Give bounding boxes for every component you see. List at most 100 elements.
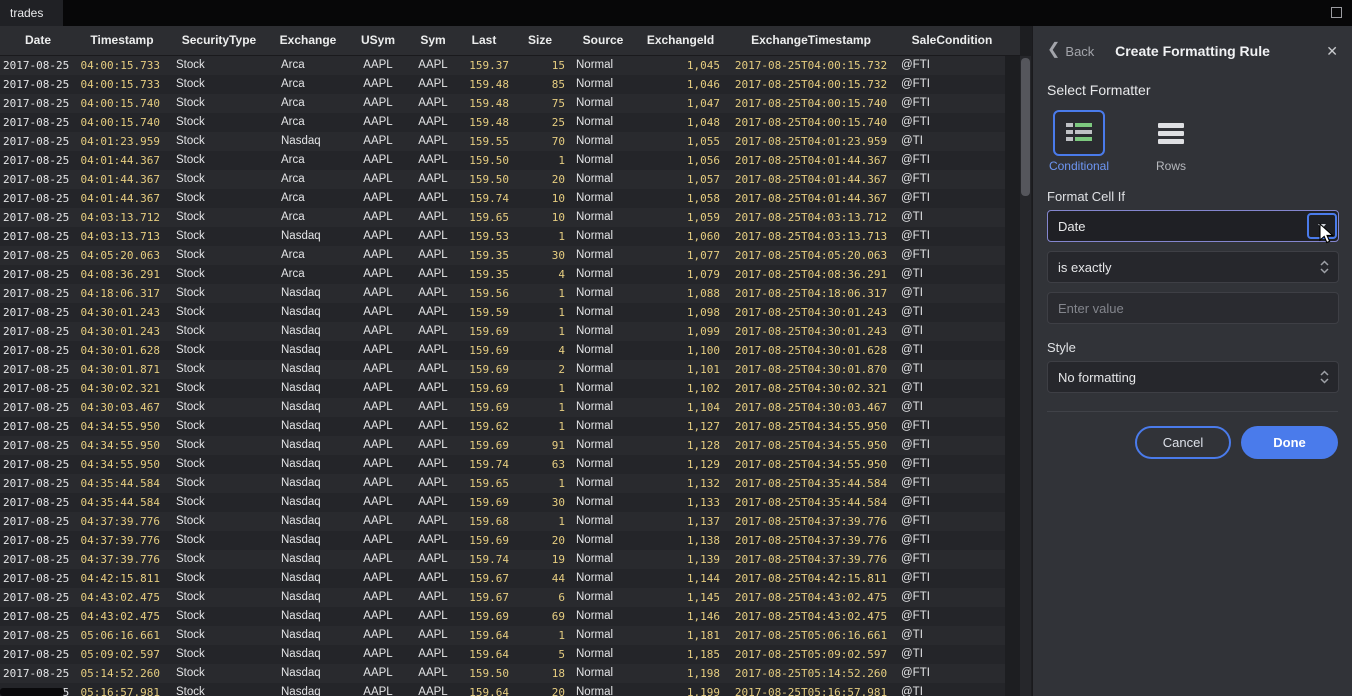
table-cell[interactable]: Arca [270, 94, 346, 113]
table-cell[interactable]: 04:37:39.776 [76, 531, 168, 550]
table-cell[interactable]: Normal [568, 208, 638, 227]
table-cell[interactable]: 63 [512, 455, 568, 474]
table-cell[interactable]: 2017-08-25T04:34:55.950 [723, 417, 899, 436]
table-cell[interactable]: Stock [168, 683, 270, 696]
table-cell[interactable]: 2017-08-25 [0, 436, 76, 455]
table-cell[interactable]: 05:14:52.260 [76, 664, 168, 683]
table-cell[interactable]: Nasdaq [270, 493, 346, 512]
table-cell[interactable]: @TI [899, 645, 1005, 664]
table-cell[interactable]: 2017-08-25T04:00:15.732 [723, 56, 899, 75]
table-row[interactable]: 2017-08-2504:37:39.776StockNasdaqAAPLAAP… [0, 531, 1005, 550]
table-cell[interactable]: Stock [168, 436, 270, 455]
table-cell[interactable]: Nasdaq [270, 569, 346, 588]
table-cell[interactable]: @FTI [899, 550, 1005, 569]
table-cell[interactable]: AAPL [410, 683, 456, 696]
table-cell[interactable]: 2017-08-25T04:37:39.776 [723, 531, 899, 550]
table-cell[interactable]: AAPL [346, 265, 410, 284]
table-cell[interactable]: 04:03:13.713 [76, 227, 168, 246]
table-cell[interactable]: AAPL [410, 531, 456, 550]
table-cell[interactable]: AAPL [346, 56, 410, 75]
table-cell[interactable]: Arca [270, 170, 346, 189]
table-cell[interactable]: 25 [512, 113, 568, 132]
table-cell[interactable]: 2017-08-25T05:16:57.981 [723, 683, 899, 696]
table-cell[interactable]: 1,056 [638, 151, 723, 170]
table-cell[interactable]: 05:09:02.597 [76, 645, 168, 664]
table-cell[interactable]: AAPL [410, 493, 456, 512]
table-cell[interactable]: 04:34:55.950 [76, 455, 168, 474]
table-cell[interactable]: 2017-08-25T04:43:02.475 [723, 588, 899, 607]
table-cell[interactable]: Nasdaq [270, 645, 346, 664]
table-cell[interactable]: Nasdaq [270, 512, 346, 531]
table-cell[interactable]: 1 [512, 474, 568, 493]
table-cell[interactable]: 1,077 [638, 246, 723, 265]
table-cell[interactable]: Nasdaq [270, 683, 346, 696]
table-cell[interactable]: Nasdaq [270, 588, 346, 607]
table-cell[interactable]: AAPL [346, 436, 410, 455]
table-cell[interactable]: 2017-08-25T04:01:23.959 [723, 132, 899, 151]
table-cell[interactable]: 2017-08-25 [0, 493, 76, 512]
table-row[interactable]: 2017-08-2504:37:39.776StockNasdaqAAPLAAP… [0, 550, 1005, 569]
table-cell[interactable]: 1,079 [638, 265, 723, 284]
table-cell[interactable]: 04:00:15.740 [76, 94, 168, 113]
table-cell[interactable]: Normal [568, 512, 638, 531]
table-cell[interactable]: Nasdaq [270, 607, 346, 626]
table-cell[interactable]: 159.68 [456, 512, 512, 531]
table-cell[interactable]: Normal [568, 398, 638, 417]
table-cell[interactable]: AAPL [346, 493, 410, 512]
table-cell[interactable]: AAPL [346, 189, 410, 208]
table-cell[interactable]: 04:30:01.628 [76, 341, 168, 360]
table-cell[interactable]: AAPL [410, 189, 456, 208]
table-cell[interactable]: Arca [270, 113, 346, 132]
table-cell[interactable]: AAPL [346, 132, 410, 151]
table-cell[interactable]: Stock [168, 512, 270, 531]
table-cell[interactable]: 2017-08-25T04:30:02.321 [723, 379, 899, 398]
table-cell[interactable]: 2017-08-25 [0, 151, 76, 170]
table-cell[interactable]: 159.48 [456, 75, 512, 94]
table-cell[interactable]: AAPL [410, 379, 456, 398]
formatter-option-rows[interactable]: Rows [1133, 110, 1209, 173]
maximize-icon[interactable] [1331, 7, 1342, 18]
column-header-last[interactable]: Last [456, 26, 512, 55]
table-cell[interactable]: 4 [512, 265, 568, 284]
table-cell[interactable]: Normal [568, 664, 638, 683]
table-row[interactable]: 2017-08-2504:30:01.871StockNasdaqAAPLAAP… [0, 360, 1005, 379]
table-cell[interactable]: AAPL [410, 474, 456, 493]
table-cell[interactable]: 1,132 [638, 474, 723, 493]
table-cell[interactable]: 1,048 [638, 113, 723, 132]
table-cell[interactable]: 159.69 [456, 322, 512, 341]
table-cell[interactable]: @TI [899, 683, 1005, 696]
table-cell[interactable]: 1 [512, 398, 568, 417]
table-cell[interactable]: 159.48 [456, 113, 512, 132]
table-cell[interactable]: AAPL [346, 417, 410, 436]
table-cell[interactable]: 1,139 [638, 550, 723, 569]
table-cell[interactable]: Normal [568, 569, 638, 588]
table-cell[interactable]: 159.35 [456, 246, 512, 265]
table-cell[interactable]: Arca [270, 246, 346, 265]
table-row[interactable]: 2017-08-2504:05:20.063StockArcaAAPLAAPL1… [0, 246, 1005, 265]
table-cell[interactable]: Normal [568, 56, 638, 75]
table-cell[interactable]: 04:08:36.291 [76, 265, 168, 284]
table-cell[interactable]: 1,146 [638, 607, 723, 626]
table-cell[interactable]: 2017-08-25 [0, 132, 76, 151]
table-cell[interactable]: 1,129 [638, 455, 723, 474]
table-cell[interactable]: 1 [512, 303, 568, 322]
table-cell[interactable]: @FTI [899, 531, 1005, 550]
column-header-date[interactable]: Date [0, 26, 76, 55]
table-row[interactable]: 2017-08-2504:35:44.584StockNasdaqAAPLAAP… [0, 474, 1005, 493]
table-cell[interactable]: Normal [568, 436, 638, 455]
table-row[interactable]: 2017-08-2504:30:01.243StockNasdaqAAPLAAP… [0, 303, 1005, 322]
table-cell[interactable]: 159.37 [456, 56, 512, 75]
table-cell[interactable]: 2017-08-25 [0, 512, 76, 531]
table-cell[interactable]: 2017-08-25T04:03:13.712 [723, 208, 899, 227]
tab-trades[interactable]: trades [0, 0, 63, 26]
table-cell[interactable]: @FTI [899, 664, 1005, 683]
table-cell[interactable]: 1,059 [638, 208, 723, 227]
table-cell[interactable]: Normal [568, 265, 638, 284]
table-cell[interactable]: 04:00:15.740 [76, 113, 168, 132]
table-cell[interactable]: Nasdaq [270, 379, 346, 398]
table-cell[interactable]: Arca [270, 75, 346, 94]
table-cell[interactable]: AAPL [410, 512, 456, 531]
table-cell[interactable]: Stock [168, 626, 270, 645]
table-cell[interactable]: 2017-08-25 [0, 398, 76, 417]
table-cell[interactable]: AAPL [410, 360, 456, 379]
